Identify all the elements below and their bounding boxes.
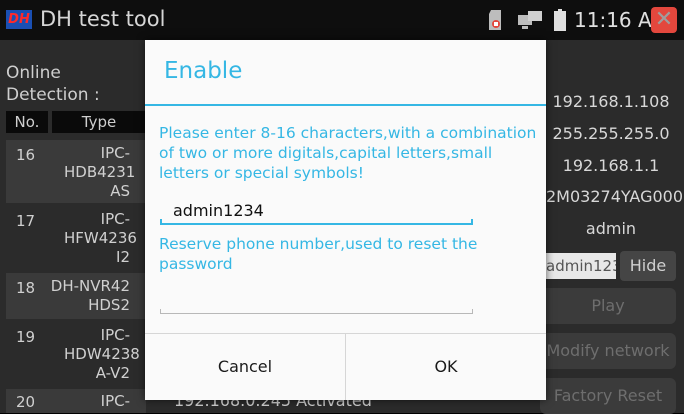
table-row[interactable]: 17 IPC- HFW4236 I2	[6, 206, 146, 269]
row-number: 19	[16, 328, 36, 346]
sd-card-icon	[489, 10, 501, 30]
serial-number-value: 2M03274YAG000	[546, 187, 684, 206]
dialog-title: Enable	[164, 58, 243, 84]
row-type-line: A-V2	[95, 364, 130, 382]
phone-field-underline	[160, 309, 473, 314]
dialog-title-divider	[145, 104, 546, 106]
password-field-underline	[160, 219, 473, 225]
app-logo-icon: DH	[6, 10, 32, 29]
modify-network-button[interactable]: Modify network	[540, 333, 676, 369]
online-label-line2: Detection :	[6, 85, 100, 105]
row-type-line: IPC-	[100, 210, 130, 228]
row-type-line: IPC-	[100, 392, 130, 410]
title-bar: DH DH test tool 11:16 AM ✕	[0, 0, 684, 40]
gateway-value[interactable]: 192.168.1.1	[546, 156, 676, 175]
battery-icon	[554, 9, 566, 31]
row-type-line: DH-NVR42	[50, 277, 130, 295]
row-type-line: HDS2	[88, 296, 130, 314]
row-number: 17	[16, 212, 36, 230]
table-row[interactable]: 19 IPC- HDW4238 A-V2	[6, 322, 146, 385]
row-type: IPC-	[64, 392, 130, 411]
password-input-bg[interactable]: admin123	[546, 253, 616, 279]
username-value[interactable]: admin	[546, 219, 676, 238]
row-type-line: AS	[110, 182, 130, 200]
table-row[interactable]: 20 IPC-	[6, 389, 146, 413]
dialog-message: Please enter 8-16 characters,with a comb…	[159, 124, 537, 182]
table-row[interactable]: 16 IPC- HDB4231 AS	[6, 140, 146, 203]
enable-dialog: Enable Please enter 8-16 characters,with…	[145, 40, 546, 400]
ok-button[interactable]: OK	[346, 334, 546, 400]
row-type: IPC- HDW4238 A-V2	[64, 326, 140, 383]
factory-reset-button[interactable]: Factory Reset	[540, 378, 676, 414]
online-detection-label: Online Detection :	[6, 62, 100, 106]
row-type: IPC- HFW4236 I2	[64, 210, 137, 267]
ip-address-value[interactable]: 192.168.1.108	[546, 92, 676, 111]
header-type: Type	[52, 111, 146, 133]
table-row[interactable]: 18 DH-NVR42 HDS2	[6, 273, 146, 319]
play-button[interactable]: Play	[540, 288, 676, 324]
cancel-button[interactable]: Cancel	[145, 334, 345, 400]
close-button[interactable]: ✕	[651, 7, 677, 33]
row-type-line: HFW4236	[64, 229, 137, 247]
row-type-line: HDB4231	[64, 163, 136, 181]
subnet-mask-value[interactable]: 255.255.255.0	[546, 124, 676, 143]
row-number: 18	[16, 279, 36, 297]
row-type-line: IPC-	[100, 326, 130, 344]
row-number: 16	[16, 146, 36, 164]
phone-hint: Reserve phone number,used to reset the p…	[159, 235, 478, 273]
network-icon	[518, 11, 542, 29]
phone-number-field[interactable]	[160, 286, 473, 314]
online-label-line1: Online	[6, 63, 61, 83]
app-title: DH test tool	[40, 7, 166, 31]
header-no: No.	[6, 111, 48, 133]
row-type: IPC- HDB4231 AS	[64, 144, 136, 201]
row-type-line: I2	[116, 248, 130, 266]
row-type-line: IPC-	[100, 144, 130, 162]
row-type-line: HDW4238	[64, 345, 140, 363]
row-number: 20	[16, 393, 36, 411]
hide-button[interactable]: Hide	[620, 251, 676, 281]
row-type: DH-NVR42 HDS2	[36, 277, 130, 315]
